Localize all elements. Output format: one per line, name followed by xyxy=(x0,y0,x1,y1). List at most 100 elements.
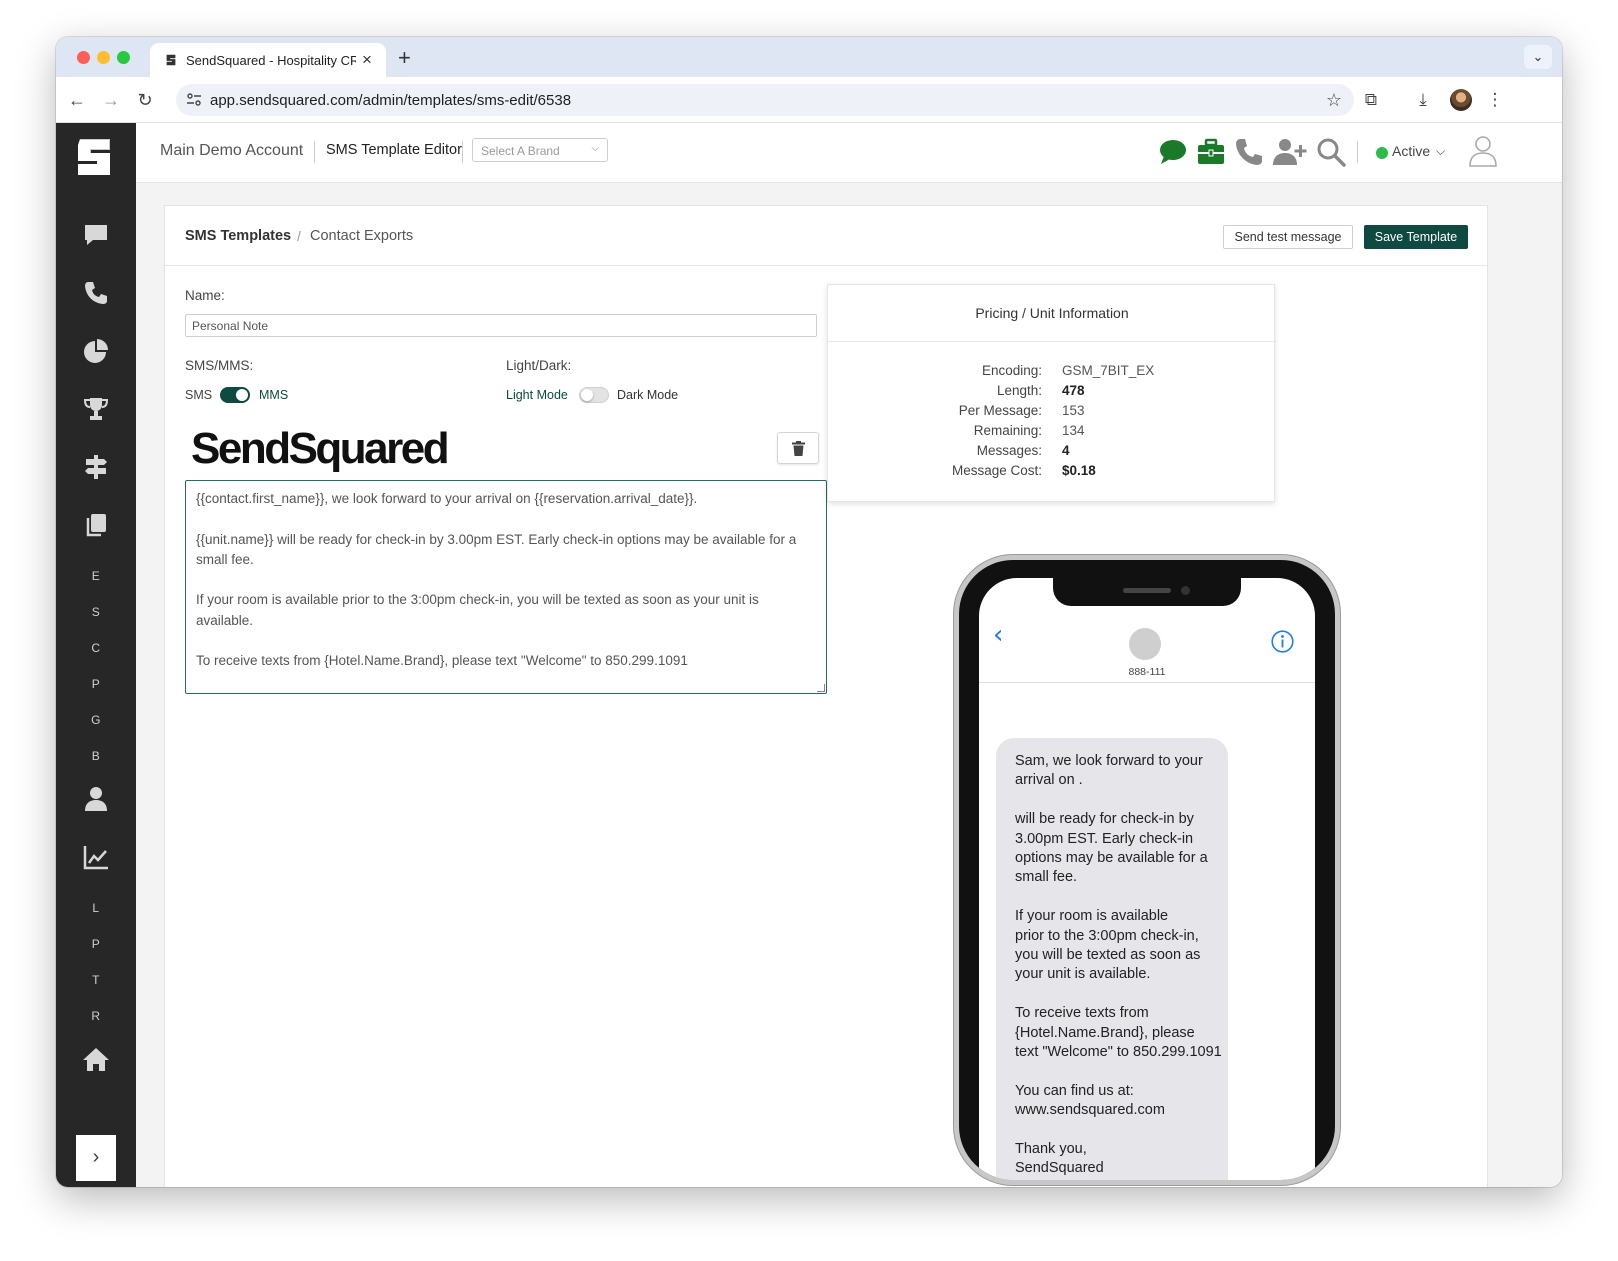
sidebar-expand-button[interactable]: › xyxy=(76,1135,116,1181)
toggle-knob xyxy=(581,389,593,401)
light-dark-toggle[interactable] xyxy=(579,387,609,403)
breadcrumb-separator: / xyxy=(297,228,301,244)
signpost-icon[interactable] xyxy=(82,453,110,481)
browser-toolbar: ← → ↻ app.sendsquared.com/admin/template… xyxy=(56,77,1562,123)
search-icon[interactable] xyxy=(1316,137,1346,167)
pricing-value: 478 xyxy=(1062,383,1085,398)
dark-mode-option-label[interactable]: Dark Mode xyxy=(617,388,678,402)
phone-icon[interactable] xyxy=(82,279,110,307)
sidebar-letter[interactable]: C xyxy=(56,641,136,655)
sidebar-letter[interactable]: G xyxy=(56,713,136,727)
phone-speaker xyxy=(1123,588,1171,593)
trophy-icon[interactable] xyxy=(82,395,110,423)
chat-bubble-icon[interactable] xyxy=(82,221,110,249)
sidebar-letter[interactable]: T xyxy=(56,973,136,987)
contact-number: 888-111 xyxy=(1128,666,1166,678)
light-mode-option-label[interactable]: Light Mode xyxy=(506,388,568,402)
bubble-paragraph: To receive texts from {Hotel.Name.Brand}… xyxy=(1015,1005,1222,1061)
sidebar: E S C P G B L P T R › xyxy=(56,123,136,1187)
pricing-value: 153 xyxy=(1062,403,1085,418)
close-tab-icon[interactable]: × xyxy=(362,50,372,70)
kebab-menu-icon[interactable]: ⋮ xyxy=(1484,89,1506,111)
account-name[interactable]: Main Demo Account xyxy=(160,142,303,160)
sendsquared-logo-icon[interactable] xyxy=(72,135,116,179)
card-header: SMS Templates / Contact Exports Send tes… xyxy=(165,206,1487,266)
chevron-down-icon[interactable]: ⌵ xyxy=(1436,144,1445,159)
pricing-title: Pricing / Unit Information xyxy=(975,305,1129,321)
phone-preview: ‹ 888-111 Sam, we look forward to your a… xyxy=(959,560,1335,1180)
minimize-window-button[interactable] xyxy=(97,51,110,64)
status-indicator xyxy=(1376,147,1388,159)
download-icon[interactable]: ⤓ xyxy=(1412,89,1434,111)
copy-documents-icon[interactable] xyxy=(82,511,110,539)
new-tab-icon[interactable]: + xyxy=(398,45,411,71)
message-line: To receive texts from {Hotel.Name.Brand}… xyxy=(196,653,688,669)
status-label[interactable]: Active xyxy=(1392,143,1430,159)
close-window-button[interactable] xyxy=(77,51,90,64)
phone-side-button xyxy=(1336,726,1341,812)
user-icon[interactable] xyxy=(82,785,110,813)
bookmark-star-icon[interactable]: ☆ xyxy=(1326,90,1342,111)
add-user-icon[interactable] xyxy=(1272,137,1308,167)
profile-avatar[interactable] xyxy=(1450,89,1472,111)
pricing-value: 4 xyxy=(1062,443,1070,458)
sidebar-letter[interactable]: E xyxy=(56,569,136,583)
template-editor-card: SMS Templates / Contact Exports Send tes… xyxy=(164,205,1488,1187)
brand-select[interactable]: Select A Brand ⌵ xyxy=(472,138,608,162)
url-text: app.sendsquared.com/admin/templates/sms-… xyxy=(210,92,572,109)
reload-icon[interactable]: ↻ xyxy=(134,89,156,111)
forward-arrow-icon[interactable]: → xyxy=(100,89,122,111)
save-template-button[interactable]: Save Template xyxy=(1364,225,1468,249)
mms-option-label[interactable]: MMS xyxy=(259,388,288,402)
pricing-row: Length: 478 xyxy=(828,383,1276,403)
sidebar-letter[interactable]: R xyxy=(56,1009,136,1023)
pricing-row: Remaining: 134 xyxy=(828,423,1276,443)
pricing-value: $0.18 xyxy=(1062,463,1096,478)
info-icon xyxy=(1271,630,1294,653)
sidebar-letter[interactable]: B xyxy=(56,749,136,763)
delete-image-button[interactable] xyxy=(777,432,819,464)
pricing-value: 134 xyxy=(1062,423,1085,438)
tab-strip: SendSquared - Hospitality CRM × + ⌄ xyxy=(56,37,1562,77)
line-chart-icon[interactable] xyxy=(82,843,110,871)
sidebar-letter[interactable]: L xyxy=(56,901,136,915)
phone-call-icon[interactable] xyxy=(1234,137,1264,167)
sms-option-label[interactable]: SMS xyxy=(185,388,212,402)
pricing-key: Messages: xyxy=(976,443,1042,458)
name-input[interactable] xyxy=(185,314,817,337)
bubble-paragraph: will be ready for check-in by 3.00pm EST… xyxy=(1015,811,1208,886)
divider xyxy=(979,682,1315,683)
address-bar[interactable]: app.sendsquared.com/admin/templates/sms-… xyxy=(176,84,1354,116)
pricing-key: Message Cost: xyxy=(951,463,1042,478)
trash-icon xyxy=(792,441,805,456)
pricing-key: Per Message: xyxy=(958,403,1042,418)
site-settings-icon[interactable] xyxy=(186,92,202,108)
pie-chart-icon[interactable] xyxy=(82,337,110,365)
phone-notch xyxy=(1053,578,1241,606)
message-textarea[interactable]: {{contact.first_name}}, we look forward … xyxy=(185,480,827,694)
name-label: Name: xyxy=(185,288,225,303)
extensions-puzzle-icon[interactable]: ⧉ xyxy=(1360,89,1382,111)
browser-window: SendSquared - Hospitality CRM × + ⌄ ← → … xyxy=(56,37,1562,1187)
pricing-row: Per Message: 153 xyxy=(828,403,1276,423)
breadcrumb-root[interactable]: SMS Templates xyxy=(185,228,291,244)
page-title: SMS Template Editor xyxy=(326,142,462,158)
app-root: E S C P G B L P T R › Main Demo Account … xyxy=(56,123,1562,1187)
maximize-window-button[interactable] xyxy=(117,51,130,64)
browser-tab[interactable]: SendSquared - Hospitality CRM × xyxy=(150,43,386,77)
user-profile-icon[interactable] xyxy=(1468,135,1498,167)
resize-handle[interactable] xyxy=(817,684,825,692)
sidebar-letter[interactable]: S xyxy=(56,605,136,619)
chat-bubble-green-icon[interactable] xyxy=(1158,137,1188,167)
sidebar-letter[interactable]: P xyxy=(56,937,136,951)
phone-camera xyxy=(1181,586,1190,595)
sidebar-letter[interactable]: P xyxy=(56,677,136,691)
home-icon[interactable] xyxy=(82,1045,110,1073)
send-test-message-button[interactable]: Send test message xyxy=(1223,225,1353,249)
sms-mms-toggle[interactable] xyxy=(220,387,250,403)
pricing-row: Messages: 4 xyxy=(828,443,1276,463)
tab-search-icon[interactable]: ⌄ xyxy=(1524,45,1552,69)
briefcase-icon[interactable] xyxy=(1196,137,1226,167)
chevron-down-icon: ⌵ xyxy=(591,143,599,154)
back-arrow-icon[interactable]: ← xyxy=(66,89,88,111)
